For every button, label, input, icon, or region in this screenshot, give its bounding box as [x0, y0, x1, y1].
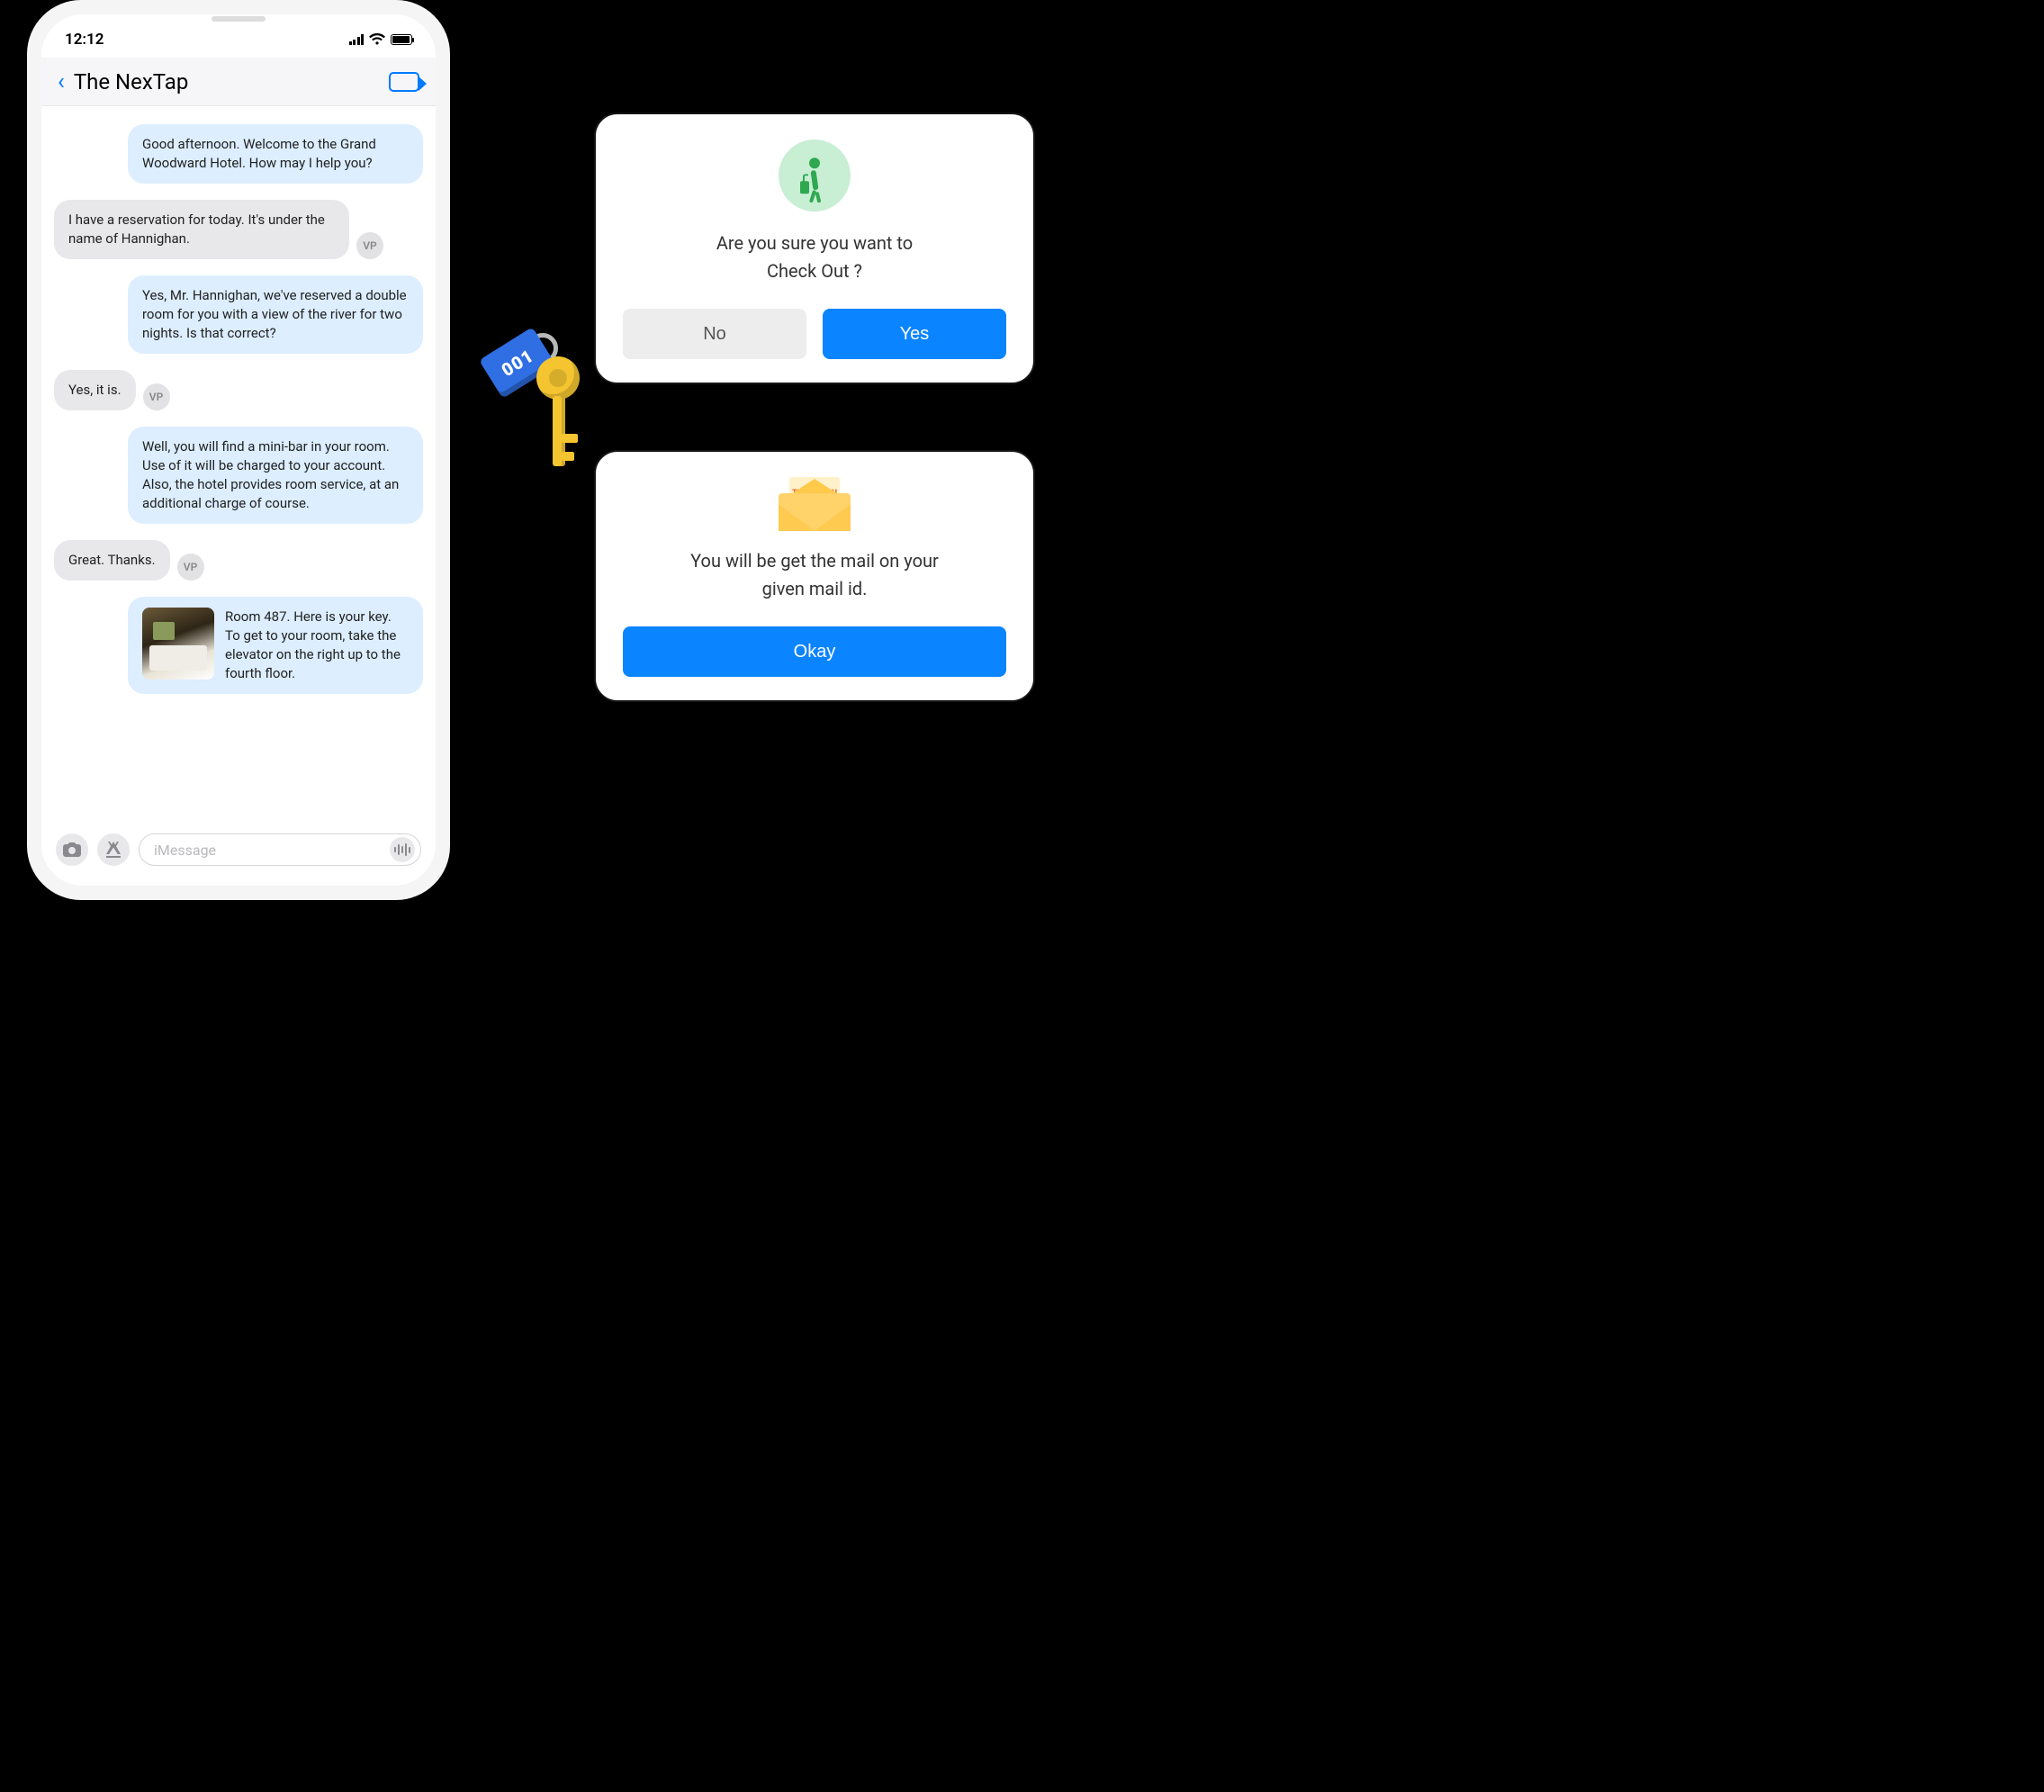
phone-mockup: 12:12 ‹ The NexTap Good afternoon. Welco…	[27, 0, 450, 900]
input-bar: iMessage	[41, 824, 436, 886]
phone-notch	[212, 16, 266, 22]
voice-input-button[interactable]	[390, 837, 415, 862]
dialog-line: Are you sure you want to	[623, 230, 1006, 257]
message-input[interactable]: iMessage	[139, 833, 421, 866]
chat-title: The NexTap	[74, 69, 380, 95]
battery-icon	[391, 34, 412, 45]
checkout-confirm-dialog: Are you sure you want to Check Out ? No …	[594, 113, 1035, 384]
avatar: VP	[177, 554, 204, 581]
message-text: Room 487. Here is your key. To get to yo…	[225, 608, 409, 683]
message-outgoing-row: I have a reservation for today. It's und…	[54, 200, 423, 259]
yes-button[interactable]: Yes	[823, 309, 1006, 359]
dialog-message: Are you sure you want to Check Out ?	[623, 230, 1006, 285]
back-button[interactable]: ‹	[58, 68, 65, 95]
message-incoming-with-image: Room 487. Here is your key. To get to yo…	[128, 597, 423, 694]
wifi-icon	[369, 33, 385, 46]
traveler-icon	[809, 158, 820, 190]
message-outgoing: Great. Thanks.	[54, 540, 170, 581]
checkout-icon-circle	[779, 140, 851, 212]
camera-icon	[63, 842, 81, 857]
avatar: VP	[143, 383, 170, 410]
key-head-icon	[536, 356, 580, 400]
thank-you-dialog: THANK YOU You will be get the mail on yo…	[594, 450, 1035, 702]
key-tooth-icon	[562, 452, 574, 461]
input-placeholder: iMessage	[154, 842, 216, 859]
waveform-icon	[394, 843, 410, 856]
avatar: VP	[356, 232, 383, 259]
status-icons	[349, 33, 413, 46]
video-call-button[interactable]	[389, 72, 419, 92]
app-store-button[interactable]	[97, 833, 130, 866]
phone-screen: 12:12 ‹ The NexTap Good afternoon. Welco…	[41, 14, 436, 886]
room-key-illustration: 001	[486, 333, 603, 486]
status-time: 12:12	[65, 31, 104, 49]
dialog-line: Check Out ?	[623, 257, 1006, 285]
message-incoming: Well, you will find a mini-bar in your r…	[128, 427, 423, 524]
key-tooth-icon	[562, 434, 578, 443]
dialog-line: given mail id.	[623, 575, 1006, 603]
dialog-actions: No Yes	[623, 309, 1006, 359]
no-button[interactable]: No	[623, 309, 806, 359]
okay-button[interactable]: Okay	[623, 626, 1006, 677]
message-outgoing-row: Great. Thanks. VP	[54, 540, 423, 581]
chat-scroll[interactable]: Good afternoon. Welcome to the Grand Woo…	[41, 106, 436, 824]
message-incoming: Good afternoon. Welcome to the Grand Woo…	[128, 124, 423, 184]
dialog-message: You will be get the mail on your given m…	[623, 547, 1006, 603]
app-store-icon	[105, 842, 122, 858]
message-outgoing: I have a reservation for today. It's und…	[54, 200, 349, 259]
cellular-icon	[349, 34, 365, 45]
message-outgoing: Yes, it is.	[54, 370, 136, 410]
thank-you-envelope-icon: THANK YOU	[779, 477, 851, 531]
message-outgoing-row: Yes, it is. VP	[54, 370, 423, 410]
camera-button[interactable]	[56, 833, 88, 866]
nav-bar: ‹ The NexTap	[41, 58, 436, 106]
room-photo-thumbnail[interactable]	[142, 608, 214, 680]
message-incoming: Yes, Mr. Hannighan, we've reserved a dou…	[128, 275, 423, 354]
dialog-line: You will be get the mail on your	[623, 547, 1006, 575]
